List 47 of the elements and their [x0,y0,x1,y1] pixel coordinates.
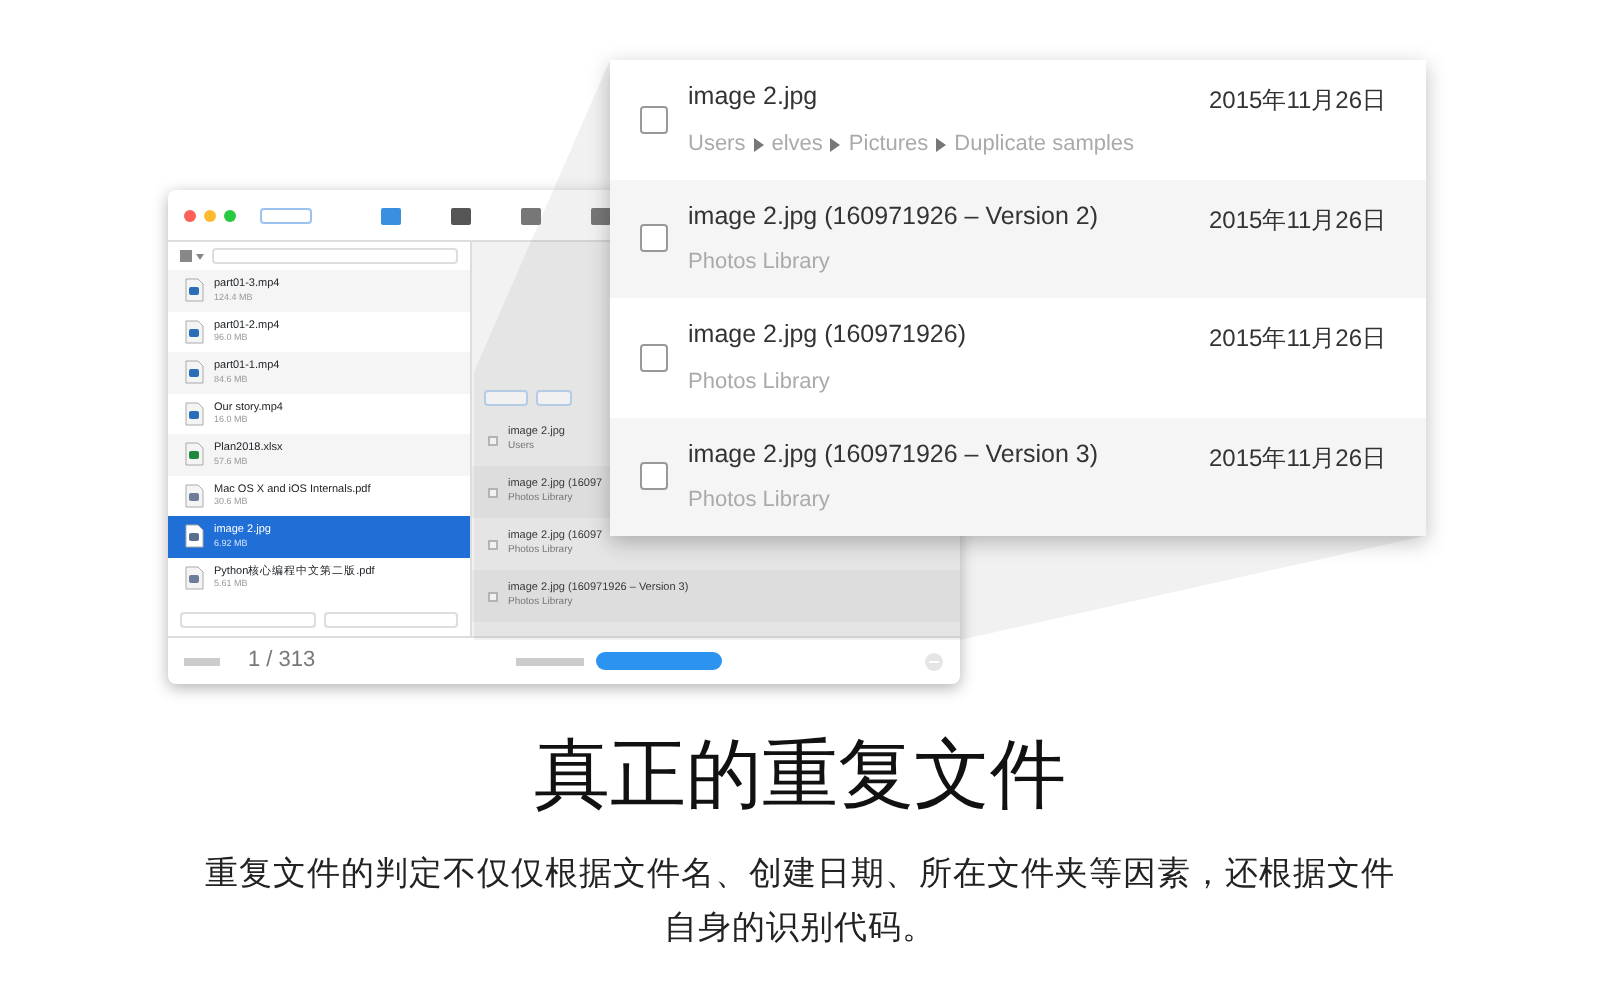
file-icon [184,278,204,303]
path-label: Pictures [848,129,929,160]
search-field[interactable] [212,248,458,264]
file-title: image 2.jpg [688,80,820,115]
path-separator-icon [936,137,947,152]
file-icon [184,483,204,508]
pane-button[interactable] [484,390,528,406]
list-button[interactable] [323,612,458,628]
file-location: Photos Library [688,367,830,398]
file-title: image 2.jpg (160971926) [688,318,966,353]
file-icon [184,319,204,344]
file-date: 2015年11月26日 [1209,203,1386,237]
file-icon [184,565,204,590]
checkbox[interactable] [640,343,668,372]
file-title: image 2.jpg (160971926 – Version 3) [688,437,1099,472]
file-icon [184,401,204,426]
item-counter: 1 / 313 [248,646,316,677]
checkbox[interactable] [488,591,498,601]
file-icon [184,524,204,549]
checkbox[interactable] [488,435,498,445]
pane-button[interactable] [536,390,572,406]
file-date: 2015年11月26日 [1209,84,1386,118]
file-location: Photos Library [688,248,830,279]
checkbox[interactable] [488,487,498,497]
headline: 真正的重复文件 [532,732,1068,822]
file-location: Photos Library [688,486,830,517]
path-separator-icon [753,137,764,152]
file-icon [184,442,204,467]
checkbox[interactable] [640,224,668,253]
path-label: elves [771,129,823,160]
description-paragraph: 重复文件的判定不仅仅根据文件名、创建日期、所在文件夹等因素，还根据文件 自身的识别代码。 [203,853,1397,950]
toolbar-button[interactable] [260,207,312,223]
file-date: 2015年11月26日 [1209,441,1386,475]
file-title: image 2.jpg (160971926 – Version 2) [688,199,1099,234]
remove-button[interactable] [596,652,723,670]
file-icon [184,360,204,385]
checkbox[interactable] [640,462,668,491]
file-date: 2015年11月26日 [1209,322,1386,356]
view-menu-icon[interactable] [180,250,204,262]
list-button[interactable] [180,612,315,628]
path-label: Users [688,129,746,160]
checkbox[interactable] [488,539,498,549]
minus-icon[interactable] [924,651,945,671]
path-label: Duplicate samples [954,129,1135,160]
move-dropdown[interactable] [516,657,585,665]
checkbox[interactable] [640,105,668,134]
path-separator-icon [830,137,841,152]
